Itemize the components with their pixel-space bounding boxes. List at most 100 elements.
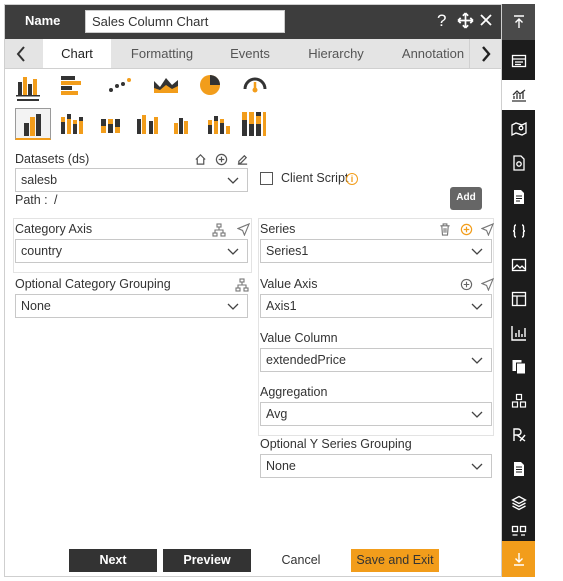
stacked-100-column-variant-icon[interactable] [206,111,232,137]
y-grouping-select-value: None [266,459,296,473]
properties-icon[interactable] [502,46,535,76]
image-icon[interactable] [502,250,535,280]
category-grouping-select-value: None [21,299,51,313]
move-icon[interactable] [457,12,474,34]
category-grouping-label: Optional Category Grouping [15,277,171,291]
navigate-icon[interactable] [479,222,494,237]
series-select[interactable]: Series1 [260,239,492,263]
clustered-column-variant-icon[interactable] [15,108,51,140]
chevron-down-icon [471,303,483,310]
aggregation-select[interactable]: Avg [260,402,492,426]
bar-chart-type-icon[interactable] [59,73,85,99]
value-axis-select[interactable]: Axis1 [260,294,492,318]
help-icon[interactable]: ? [437,11,446,31]
tab-formatting[interactable]: Formatting [117,39,207,68]
hierarchy-icon[interactable] [235,278,249,292]
datasets-label: Datasets (ds) [15,152,90,166]
info-icon[interactable]: i [346,173,358,185]
chart-icon[interactable] [502,80,535,110]
title-bar: Name ? [5,5,501,39]
path-label: Path : [15,193,48,207]
datasets-select-value: salesb [21,173,58,187]
grouped-column-variant-icon[interactable] [135,111,161,137]
scatter-chart-type-icon[interactable] [107,73,133,99]
chevron-down-icon [471,463,483,470]
close-icon[interactable] [479,12,493,32]
client-script-label: Client Script [281,171,349,185]
value-axis-select-value: Axis1 [266,299,297,313]
chevron-down-icon [227,177,239,184]
aggregation-label: Aggregation [260,385,328,399]
pie-chart-type-icon[interactable] [198,73,224,99]
series-select-value: Series1 [266,244,309,258]
chevron-down-icon [227,303,239,310]
path-value: / [54,193,58,207]
series-label: Series [260,222,296,236]
add-dataset-icon[interactable] [214,153,228,167]
components-icon[interactable] [502,386,535,416]
category-axis-select[interactable]: country [15,239,248,263]
add-series-icon[interactable] [459,223,473,237]
chart-family-selected-underline [17,99,39,101]
map-icon[interactable] [502,114,535,144]
report-icon[interactable] [502,454,535,484]
range-column-variant-icon[interactable] [240,109,266,136]
category-axis-label: Category Axis [15,222,93,236]
add-axis-icon[interactable] [459,278,473,292]
tab-hierarchy[interactable]: Hierarchy [295,39,377,68]
y-grouping-label: Optional Y Series Grouping [260,437,412,451]
edit-dataset-icon[interactable] [235,153,249,167]
copy-icon[interactable] [502,352,535,382]
chevron-down-icon [471,248,483,255]
layers-icon[interactable] [502,488,535,518]
name-label: Name [25,13,61,28]
delete-icon[interactable] [438,223,452,237]
value-axis-label: Value Axis [260,277,318,291]
bar-chart-icon[interactable] [502,318,535,348]
y-grouping-select[interactable]: None [260,454,492,478]
save-and-exit-button[interactable]: Save and Exit [351,549,439,572]
gauge-chart-type-icon[interactable] [242,73,268,99]
chevron-down-icon [471,357,483,364]
page-icon[interactable] [502,182,535,212]
tab-events[interactable]: Events [213,39,287,68]
percent-column-variant-icon[interactable] [98,111,124,137]
navigate-icon[interactable] [479,277,494,292]
tab-annotation[interactable]: Annotation [391,39,475,68]
client-script-checkbox[interactable] [260,172,273,185]
tabs-next-arrow[interactable] [469,39,501,68]
aggregation-select-value: Avg [266,407,288,421]
chevron-down-icon [471,411,483,418]
small-column-variant-icon[interactable] [171,111,197,137]
collapse-down-icon[interactable] [502,541,535,577]
tab-bar: Chart Formatting Events Hierarchy Annota… [5,39,501,69]
tab-chart[interactable]: Chart [43,39,111,68]
next-button[interactable]: Next [69,549,157,572]
stacked-column-variant-icon[interactable] [59,111,85,137]
document-settings-icon[interactable] [502,148,535,178]
right-toolbar [502,4,535,577]
layout-icon[interactable] [502,284,535,314]
datasets-select[interactable]: salesb [15,168,248,192]
collapse-up-icon[interactable] [502,4,535,40]
home-icon[interactable] [193,153,207,167]
hierarchy-icon[interactable] [212,223,226,237]
code-braces-icon[interactable] [502,216,535,246]
navigate-icon[interactable] [235,222,250,237]
tabs-prev-arrow[interactable] [5,39,37,68]
chart-name-input[interactable] [85,10,285,33]
add-button[interactable]: Add [450,187,482,210]
chart-properties-panel: Name ? Chart Formatting Events Hierarchy… [4,4,502,577]
qr-code-icon[interactable] [502,518,535,540]
category-axis-select-value: country [21,244,62,258]
column-chart-type-icon[interactable] [15,73,41,99]
value-column-label: Value Column [260,331,338,345]
cancel-button[interactable]: Cancel [257,549,345,572]
formula-rx-icon[interactable] [502,420,535,450]
chevron-down-icon [227,248,239,255]
area-chart-type-icon[interactable] [152,73,178,99]
preview-button[interactable]: Preview [163,549,251,572]
value-column-select-value: extendedPrice [266,353,346,367]
value-column-select[interactable]: extendedPrice [260,348,492,372]
category-grouping-select[interactable]: None [15,294,248,318]
